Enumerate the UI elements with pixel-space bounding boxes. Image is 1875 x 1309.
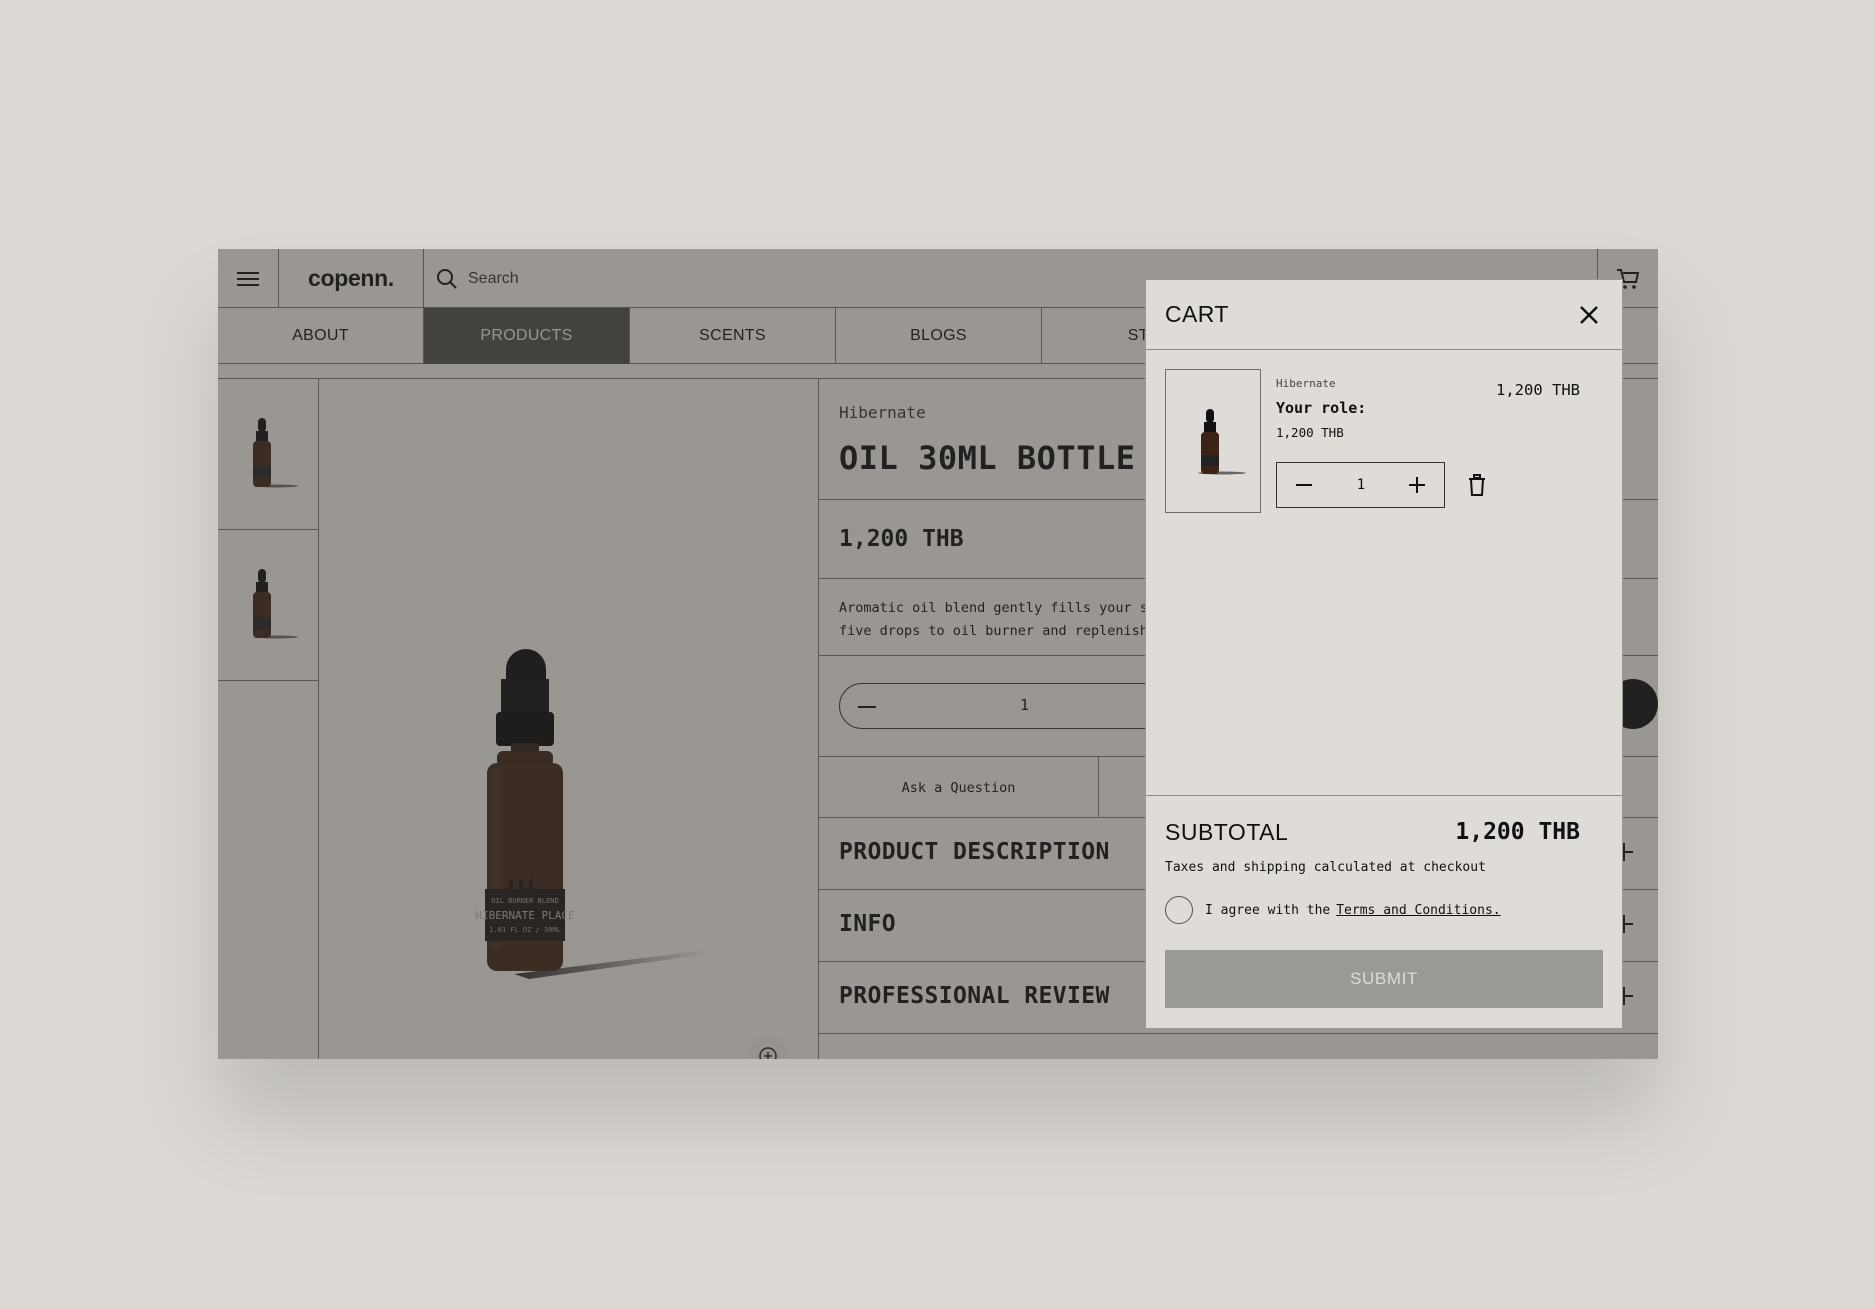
agree-text: I agree with the — [1205, 902, 1331, 918]
app-window: copenn. ABOUT PRODUCTS SCENTS BLOGS STO — [218, 249, 1658, 1059]
close-button[interactable] — [1574, 300, 1604, 330]
quantity-value[interactable]: 1 — [1331, 463, 1391, 507]
cart-item-brand: Hibernate — [1276, 377, 1336, 390]
terms-checkbox[interactable] — [1165, 896, 1193, 924]
close-icon — [1580, 306, 1598, 324]
product-thumbnail-image — [1198, 409, 1246, 475]
tax-note: Taxes and shipping calculated at checkou… — [1165, 860, 1486, 875]
terms-link[interactable]: Terms and Conditions. — [1336, 903, 1500, 918]
subtotal-label: SUBTOTAL — [1165, 819, 1289, 845]
terms-agreement: I agree with the Terms and Conditions. — [1165, 896, 1501, 924]
cart-item-unit-price: 1,200 THB — [1276, 425, 1344, 440]
plus-icon — [1409, 477, 1425, 493]
cart-item-image — [1165, 369, 1261, 513]
cart-header: CART — [1146, 280, 1622, 350]
decrease-button[interactable] — [1277, 463, 1331, 507]
remove-item-button[interactable] — [1464, 472, 1490, 498]
cart-item-price: 1,200 THB — [1496, 381, 1580, 399]
cart-drawer: CART Hibernate Your role: 1,200 THB 1,20… — [1145, 279, 1623, 1029]
subtotal-value: 1,200 THB — [1455, 819, 1580, 845]
trash-icon — [1469, 474, 1485, 496]
quantity-stepper: 1 — [1276, 462, 1445, 508]
increase-button[interactable] — [1390, 463, 1444, 507]
submit-button[interactable]: SUBMIT — [1165, 950, 1603, 1008]
cart-footer: SUBTOTAL 1,200 THB Taxes and shipping ca… — [1146, 795, 1622, 1028]
cart-item-role-label: Your role: — [1276, 399, 1367, 417]
cart-title: CART — [1165, 301, 1229, 327]
minus-icon — [1296, 484, 1312, 486]
